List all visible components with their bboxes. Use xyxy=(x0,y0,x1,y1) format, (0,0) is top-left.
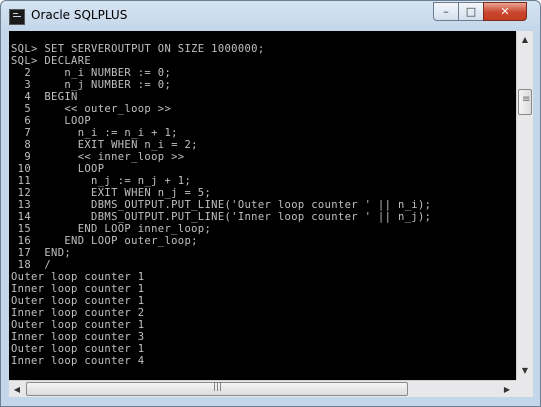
console-line: SQL> DECLARE xyxy=(11,55,92,67)
maximize-button[interactable]: □ xyxy=(458,2,484,21)
console-line: Outer loop counter 1 xyxy=(11,271,145,283)
console-line: 6 LOOP xyxy=(11,115,92,127)
console-line: 7 n_i := n_i + 1; xyxy=(11,127,178,139)
horizontal-scroll-thumb[interactable] xyxy=(26,382,408,396)
scrollbar-corner xyxy=(516,380,533,397)
console-line: 13 DBMS_OUTPUT.PUT_LINE('Outer loop coun… xyxy=(11,199,432,211)
console-line: 5 << outer_loop >> xyxy=(11,103,172,115)
sqlplus-window: Oracle SQLPLUS – □ ✕ SQL> SET SERVEROUTP… xyxy=(0,0,541,407)
horizontal-scrollbar[interactable]: ◀ ▶ xyxy=(9,380,516,397)
console-line: 15 END LOOP inner_loop; xyxy=(11,223,212,235)
close-button[interactable]: ✕ xyxy=(483,2,527,21)
console-line: 4 BEGIN xyxy=(11,91,78,103)
console-line: 3 n_j NUMBER := 0; xyxy=(11,79,172,91)
scroll-left-arrow-icon[interactable]: ◀ xyxy=(9,381,25,398)
console-line: 14 DBMS_OUTPUT.PUT_LINE('Inner loop coun… xyxy=(11,211,432,223)
console-line: Inner loop counter 4 xyxy=(11,355,145,367)
console-line: 17 END; xyxy=(11,247,72,259)
title-bar[interactable]: Oracle SQLPLUS – □ ✕ xyxy=(1,1,540,31)
console-line: Inner loop counter 1 xyxy=(11,283,145,295)
console-line: 18 / xyxy=(11,259,52,271)
minimize-button[interactable]: – xyxy=(433,2,459,21)
vertical-scroll-thumb[interactable] xyxy=(518,89,532,115)
vertical-scrollbar[interactable]: ▲ ▼ xyxy=(516,31,533,380)
console-line: Inner loop counter 3 xyxy=(11,331,145,343)
console-line: Outer loop counter 1 xyxy=(11,319,145,331)
console-line: 11 n_j := n_j + 1; xyxy=(11,175,192,187)
console-line: SQL> SET SERVEROUTPUT ON SIZE 1000000; xyxy=(11,43,265,55)
console-line: 2 n_i NUMBER := 0; xyxy=(11,67,172,79)
console-line: Inner loop counter 2 xyxy=(11,307,145,319)
scroll-right-arrow-icon[interactable]: ▶ xyxy=(499,381,515,398)
console-app-icon xyxy=(9,9,25,25)
console-line: 8 EXIT WHEN n_i = 2; xyxy=(11,139,198,151)
scroll-up-arrow-icon[interactable]: ▲ xyxy=(517,31,533,48)
console-line: Outer loop counter 1 xyxy=(11,343,145,355)
console-output[interactable]: SQL> SET SERVEROUTPUT ON SIZE 1000000; SQ… xyxy=(9,31,516,380)
window-title: Oracle SQLPLUS xyxy=(31,8,128,22)
scroll-down-arrow-icon[interactable]: ▼ xyxy=(517,362,533,379)
console-line: 16 END LOOP outer_loop; xyxy=(11,235,198,247)
console-line: 9 << inner_loop >> xyxy=(11,151,185,163)
console-line: Outer loop counter 1 xyxy=(11,295,145,307)
console-line: 12 EXIT WHEN n_j = 5; xyxy=(11,187,212,199)
console-line: 10 LOOP xyxy=(11,163,105,175)
